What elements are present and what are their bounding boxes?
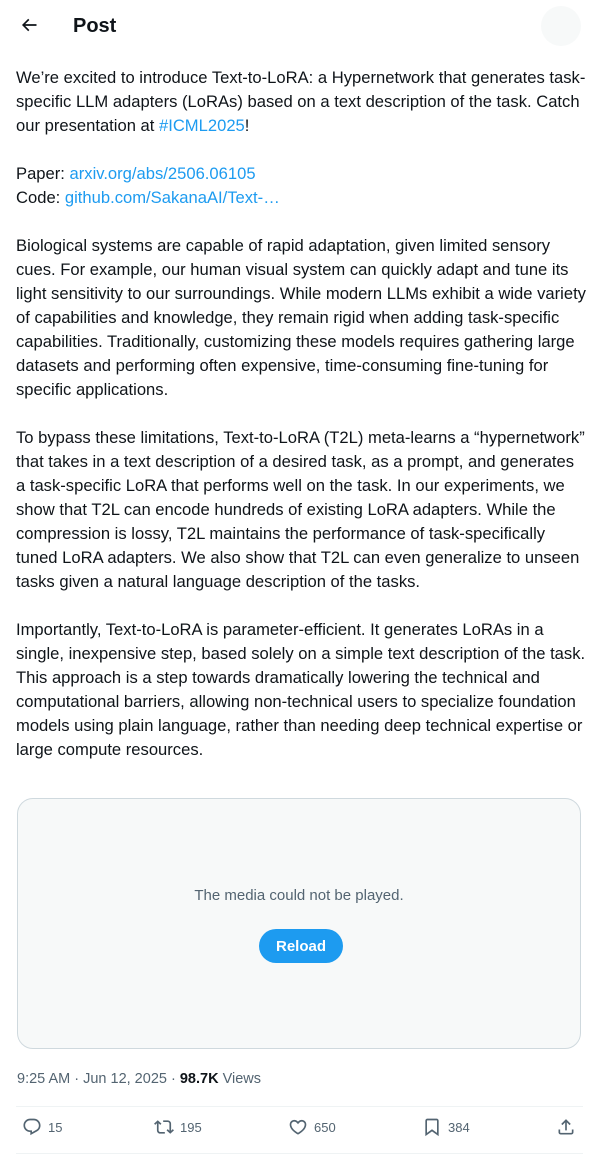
post-body: We’re excited to introduce Text-to-LoRA:…	[16, 66, 586, 762]
post-paragraph-2: Biological systems are capable of rapid …	[16, 236, 586, 399]
reply-count: 15	[48, 1119, 63, 1135]
repost-count: 195	[180, 1119, 202, 1135]
post-paragraph-4: Importantly, Text-to-LoRA is parameter-e…	[16, 620, 586, 759]
like-icon	[289, 1119, 307, 1135]
page-title: Post	[73, 15, 117, 37]
bookmark-button[interactable]: 384	[422, 1117, 470, 1137]
post-links: Paper: arxiv.org/abs/2506.06105 Code: git…	[16, 162, 586, 210]
media-error-message: The media could not be played.	[194, 887, 404, 904]
arrow-left-icon	[21, 18, 37, 32]
action-bar: 15 195 650 384	[16, 1107, 583, 1153]
post-paragraph-3: To bypass these limitations, Text-to-LoR…	[16, 428, 585, 591]
post-time[interactable]: 9:25 AM	[17, 1071, 70, 1087]
repost-icon	[154, 1120, 174, 1134]
paper-label: Paper:	[16, 164, 70, 183]
code-link[interactable]: github.com/SakanaAI/Text-…	[65, 188, 280, 207]
meta-separator: ·	[70, 1071, 84, 1087]
header-placeholder	[541, 6, 581, 46]
reload-button[interactable]: Reload	[259, 929, 343, 963]
bookmark-count: 384	[448, 1119, 470, 1135]
share-button[interactable]	[556, 1117, 576, 1137]
like-button[interactable]: 650	[288, 1117, 336, 1137]
post-paragraph-intro: We’re excited to introduce Text-to-LoRA:…	[16, 66, 586, 138]
meta-separator: ·	[166, 1071, 180, 1087]
paper-link[interactable]: arxiv.org/abs/2506.06105	[70, 164, 256, 183]
share-icon	[558, 1119, 574, 1135]
reply-button[interactable]: 15	[22, 1117, 62, 1137]
repost-button[interactable]: 195	[154, 1117, 202, 1137]
like-count: 650	[314, 1119, 336, 1135]
header: Post	[0, 0, 599, 53]
post-meta: 9:25 AM · Jun 12, 2025 · 98.7K Views	[17, 1069, 261, 1089]
back-button[interactable]	[12, 8, 46, 42]
code-label: Code:	[16, 188, 65, 207]
media-player: The media could not be played. Reload	[17, 798, 581, 1049]
intro-end: !	[244, 116, 250, 135]
reply-icon	[23, 1118, 41, 1136]
post-date[interactable]: Jun 12, 2025	[83, 1071, 167, 1087]
views-count: 98.7K	[179, 1071, 219, 1087]
views-label: Views	[218, 1071, 261, 1087]
bookmark-icon	[425, 1118, 439, 1137]
hashtag-link[interactable]: #ICML2025	[159, 116, 245, 135]
intro-text: We’re excited to introduce Text-to-LoRA:…	[16, 68, 586, 135]
